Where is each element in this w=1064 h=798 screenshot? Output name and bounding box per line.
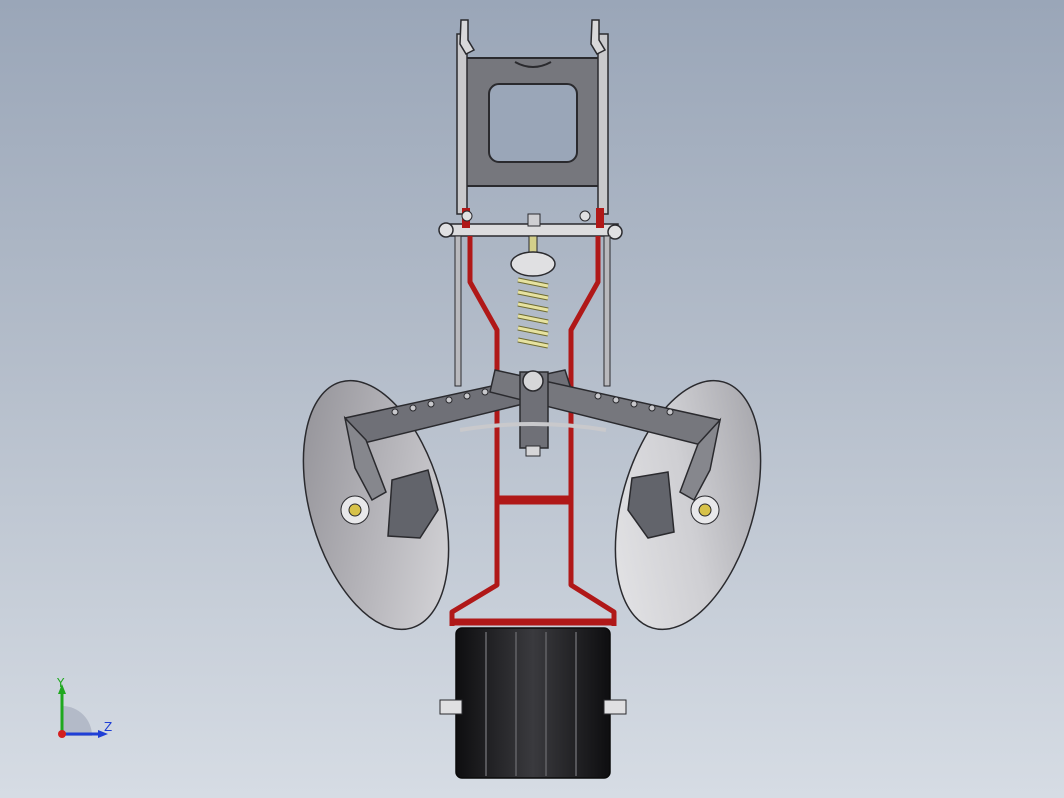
mount-bracket[interactable] — [456, 19, 609, 215]
z-axis-label: Z — [104, 720, 113, 734]
cross-bar[interactable] — [438, 208, 623, 240]
orientation-triad: Y Z — [50, 676, 120, 746]
graphics-viewport[interactable]: Y Z — [0, 0, 1064, 798]
press-wheel[interactable] — [439, 627, 627, 779]
y-axis-label: Y — [57, 676, 65, 690]
cad-model[interactable] — [0, 0, 1064, 798]
spring-assembly[interactable] — [510, 235, 556, 349]
